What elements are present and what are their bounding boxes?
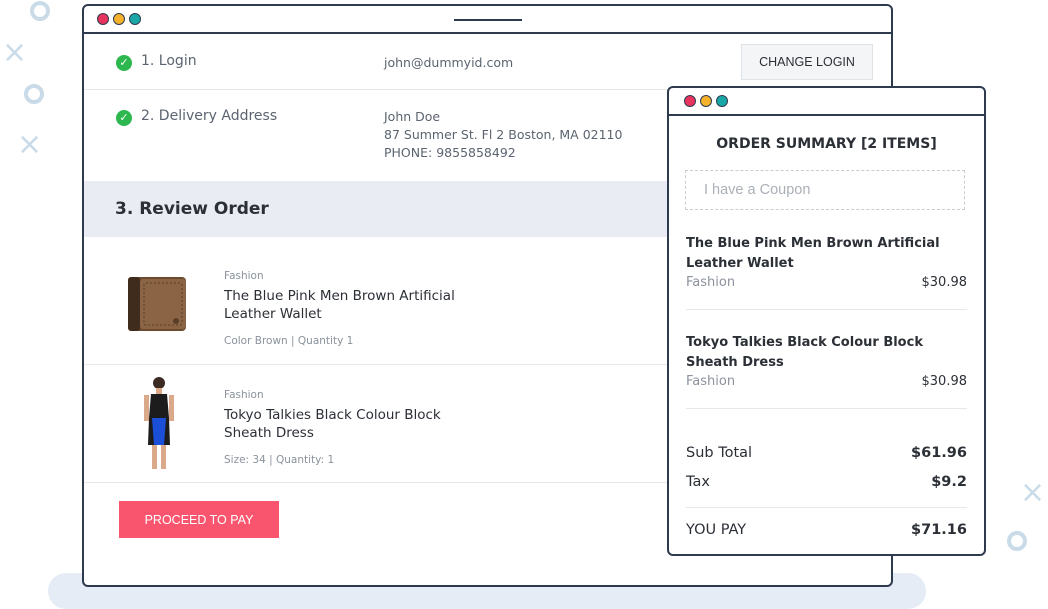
summary-item-row: Fashion $30.98 <box>686 275 967 290</box>
decorative-circle-icon <box>1007 531 1027 551</box>
decorative-circle-icon <box>30 1 50 21</box>
total-divider <box>686 507 967 508</box>
tax-value: $9.2 <box>931 474 967 490</box>
decorative-cross-icon: × <box>17 127 43 162</box>
summary-item-name: The Blue Pink Men Brown Artificial Leath… <box>686 236 940 271</box>
proceed-to-pay-button[interactable]: PROCEED TO PAY <box>119 501 279 538</box>
tax-row: Tax $9.2 <box>686 474 967 490</box>
check-circle-icon: ✓ <box>116 55 132 71</box>
step-login: ✓ 1. Login john@dummyid.com CHANGE LOGIN <box>84 34 891 90</box>
summary-item: Tokyo Talkies Black Colour Block Sheath … <box>686 333 967 409</box>
subtotal-row: Sub Total $61.96 <box>686 445 967 461</box>
summary-item-price: $30.98 <box>921 374 968 389</box>
decorative-cross-icon: × <box>2 35 28 70</box>
subtotal-value: $61.96 <box>911 445 967 461</box>
summary-item-category: Fashion <box>686 374 736 389</box>
order-summary-window: ORDER SUMMARY [2 ITEMS] The Blue Pink Me… <box>667 86 986 556</box>
total-value: $71.16 <box>911 522 967 538</box>
dress-product-image <box>144 377 174 469</box>
review-order-title: 3. Review Order <box>115 199 269 219</box>
minimize-dot-icon[interactable] <box>700 95 712 107</box>
wallet-product-image <box>128 277 186 331</box>
title-line <box>454 19 522 21</box>
step-delivery-label: 2. Delivery Address <box>141 108 278 124</box>
delivery-phone: PHONE: 9855858492 <box>384 145 516 160</box>
window-titlebar <box>84 6 891 34</box>
delivery-address-block: John Doe 87 Summer St. Fl 2 Boston, MA 0… <box>384 108 622 162</box>
minimize-dot-icon[interactable] <box>113 13 125 25</box>
summary-item-name: Tokyo Talkies Black Colour Block Sheath … <box>686 335 923 370</box>
check-circle-icon: ✓ <box>116 110 132 126</box>
step-login-label: 1. Login <box>141 53 197 69</box>
product-category: Fashion <box>224 389 264 401</box>
close-dot-icon[interactable] <box>97 13 109 25</box>
window-controls <box>684 95 728 107</box>
summary-item-category: Fashion <box>686 275 736 290</box>
subtotal-label: Sub Total <box>686 445 753 461</box>
delivery-name: John Doe <box>384 109 441 124</box>
product-meta: Color Brown | Quantity 1 <box>224 335 354 347</box>
tax-label: Tax <box>686 474 710 490</box>
product-name[interactable]: The Blue Pink Men Brown Artificial Leath… <box>224 287 484 323</box>
summary-item: The Blue Pink Men Brown Artificial Leath… <box>686 234 967 310</box>
total-label: YOU PAY <box>686 522 747 538</box>
maximize-dot-icon[interactable] <box>716 95 728 107</box>
delivery-address: 87 Summer St. Fl 2 Boston, MA 02110 <box>384 127 623 142</box>
close-dot-icon[interactable] <box>684 95 696 107</box>
product-meta: Size: 34 | Quantity: 1 <box>224 454 335 466</box>
window-controls <box>97 13 141 25</box>
window-titlebar <box>669 88 984 116</box>
order-summary-title: ORDER SUMMARY [2 ITEMS] <box>716 136 937 152</box>
change-login-button[interactable]: CHANGE LOGIN <box>741 44 873 80</box>
decorative-circle-icon <box>24 84 44 104</box>
coupon-input[interactable] <box>685 170 965 210</box>
decorative-cross-icon: × <box>1020 475 1046 510</box>
product-name[interactable]: Tokyo Talkies Black Colour Block Sheath … <box>224 406 484 442</box>
summary-item-row: Fashion $30.98 <box>686 374 967 389</box>
login-email: john@dummyid.com <box>384 55 514 70</box>
product-category: Fashion <box>224 270 264 282</box>
total-row: YOU PAY $71.16 <box>686 522 967 538</box>
maximize-dot-icon[interactable] <box>129 13 141 25</box>
summary-item-price: $30.98 <box>921 275 968 290</box>
